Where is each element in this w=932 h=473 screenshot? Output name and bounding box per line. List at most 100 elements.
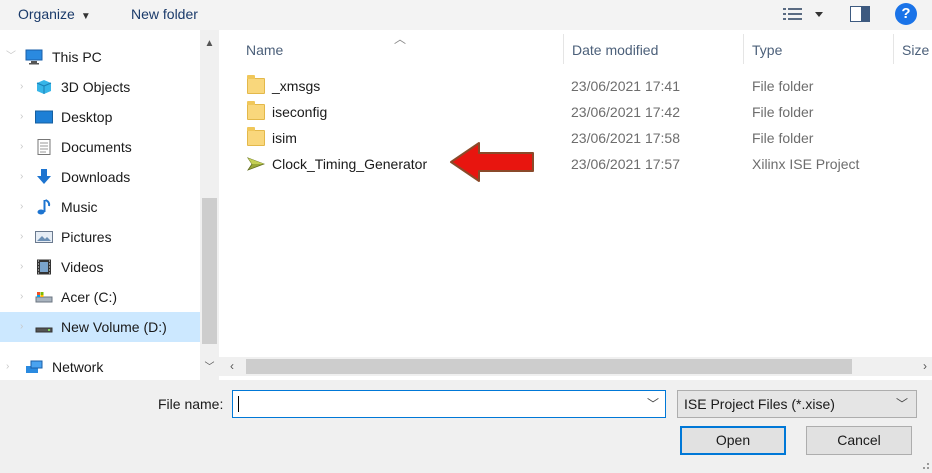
nav-item-videos[interactable]: › Videos (0, 252, 200, 282)
file-date: 23/06/2021 17:42 (571, 104, 680, 120)
help-button[interactable]: ? (895, 3, 917, 25)
expand-chevron-icon[interactable]: › (20, 252, 30, 282)
scroll-thumb[interactable] (246, 359, 852, 374)
file-row[interactable]: iseconfig 23/06/2021 17:42 File folder (219, 99, 932, 125)
resize-grip-icon[interactable] (918, 458, 930, 470)
file-name: _xmsgs (272, 78, 321, 94)
scroll-thumb[interactable] (202, 198, 217, 344)
network-icon (26, 360, 43, 373)
nav-label: 3D Objects (61, 79, 131, 95)
folder-icon (247, 101, 265, 120)
view-options-button[interactable] (783, 4, 827, 24)
pictures-icon (35, 231, 53, 243)
chevron-down-icon[interactable]: ﹀ (647, 395, 659, 412)
this-pc-icon (25, 49, 43, 65)
nav-item-desktop[interactable]: › Desktop (0, 102, 200, 132)
column-header-name[interactable]: Name (246, 40, 283, 60)
file-type: File folder (752, 104, 814, 120)
nav-item-pictures[interactable]: › Pictures (0, 222, 200, 252)
nav-item-network[interactable]: › Network (0, 352, 200, 382)
expand-chevron-icon[interactable]: › (20, 162, 30, 192)
nav-label: Pictures (61, 229, 112, 245)
file-name: iseconfig (272, 104, 328, 120)
column-header-type[interactable]: Type (752, 40, 782, 60)
nav-item-drive-c[interactable]: › Acer (C:) (0, 282, 200, 312)
scroll-up-icon[interactable]: ▲ (200, 34, 219, 54)
dialog-footer: File name: ﹀ ISE Project Files (*.xise) … (0, 380, 932, 473)
column-divider[interactable] (563, 34, 564, 64)
desktop-icon (35, 110, 53, 124)
file-row[interactable]: isim 23/06/2021 17:58 File folder (219, 125, 932, 151)
expand-chevron-icon[interactable]: › (20, 222, 30, 252)
preview-pane-icon (850, 6, 870, 22)
column-header-size[interactable]: Size (902, 40, 929, 60)
file-type-select[interactable]: ISE Project Files (*.xise) ﹀ (677, 390, 917, 418)
text-cursor (238, 396, 239, 412)
preview-pane-button[interactable] (850, 6, 870, 22)
3d-objects-icon (36, 80, 52, 94)
nav-label: Downloads (61, 169, 131, 185)
scroll-down-icon[interactable]: ﹀ (200, 358, 219, 378)
file-name-label: File name: (158, 396, 224, 412)
drive-c-icon (35, 292, 53, 303)
expand-chevron-icon[interactable]: ﹀ (6, 42, 16, 72)
cancel-button[interactable]: Cancel (806, 426, 912, 455)
file-name-input[interactable]: ﹀ (232, 390, 666, 418)
expand-chevron-icon[interactable]: › (20, 102, 30, 132)
downloads-icon (37, 169, 51, 184)
new-folder-button[interactable]: New folder (131, 4, 198, 24)
folder-icon (247, 75, 265, 94)
expand-chevron-icon[interactable]: › (20, 132, 30, 162)
nav-label: New Volume (D:) (61, 319, 167, 335)
nav-label: Acer (C:) (61, 289, 117, 305)
column-divider[interactable] (893, 34, 894, 64)
nav-item-drive-d[interactable]: › New Volume (D:) (0, 312, 200, 342)
music-icon (37, 199, 51, 215)
open-button[interactable]: Open (680, 426, 786, 455)
nav-item-3d-objects[interactable]: › 3D Objects (0, 72, 200, 102)
chevron-down-icon[interactable]: ﹀ (896, 395, 908, 412)
organize-button[interactable]: Organize ▼ (18, 4, 91, 24)
expand-chevron-icon[interactable]: › (20, 72, 30, 102)
file-list-horizontal-scrollbar[interactable]: ‹ › (219, 357, 932, 376)
file-date: 23/06/2021 17:58 (571, 130, 680, 146)
file-type: File folder (752, 130, 814, 146)
annotation-arrow (450, 142, 534, 182)
file-name: isim (272, 130, 297, 146)
file-name: Clock_Timing_Generator (272, 156, 428, 172)
column-divider[interactable] (743, 34, 744, 64)
sort-ascending-icon: ︿ (394, 32, 407, 46)
file-type: Xilinx ISE Project (752, 156, 860, 172)
organize-label: Organize (18, 6, 75, 22)
file-date: 23/06/2021 17:41 (571, 78, 680, 94)
nav-label: This PC (52, 49, 102, 65)
nav-label: Videos (61, 259, 104, 275)
documents-icon (37, 139, 51, 155)
nav-label: Desktop (61, 109, 113, 125)
expand-chevron-icon[interactable]: › (6, 352, 16, 382)
scroll-left-icon[interactable]: ‹ (223, 357, 241, 376)
command-bar: Organize ▼ New folder ? (0, 0, 932, 30)
nav-item-documents[interactable]: › Documents (0, 132, 200, 162)
expand-chevron-icon[interactable]: › (20, 282, 30, 312)
view-options-icon (783, 8, 823, 20)
file-row[interactable]: Clock_Timing_Generator 23/06/2021 17:57 … (219, 151, 932, 177)
scroll-right-icon[interactable]: › (916, 357, 932, 376)
videos-icon (37, 259, 51, 275)
nav-label: Documents (61, 139, 132, 155)
column-header-date-modified[interactable]: Date modified (572, 40, 658, 60)
expand-chevron-icon[interactable]: › (20, 192, 30, 222)
nav-item-music[interactable]: › Music (0, 192, 200, 222)
nav-item-this-pc[interactable]: ﹀ This PC (0, 42, 200, 72)
nav-item-downloads[interactable]: › Downloads (0, 162, 200, 192)
file-date: 23/06/2021 17:57 (571, 156, 680, 172)
nav-vertical-scrollbar[interactable]: ▲ ﹀ (200, 30, 219, 380)
file-list: ︿ Name Date modified Type Size _xmsgs 23… (219, 30, 932, 357)
file-type: File folder (752, 78, 814, 94)
file-type-selected: ISE Project Files (*.xise) (684, 396, 835, 412)
chevron-down-icon: ▼ (80, 11, 91, 22)
expand-chevron-icon[interactable]: › (20, 312, 30, 342)
drive-d-icon (35, 327, 53, 333)
file-row[interactable]: _xmsgs 23/06/2021 17:41 File folder (219, 73, 932, 99)
ise-project-icon (247, 157, 265, 171)
